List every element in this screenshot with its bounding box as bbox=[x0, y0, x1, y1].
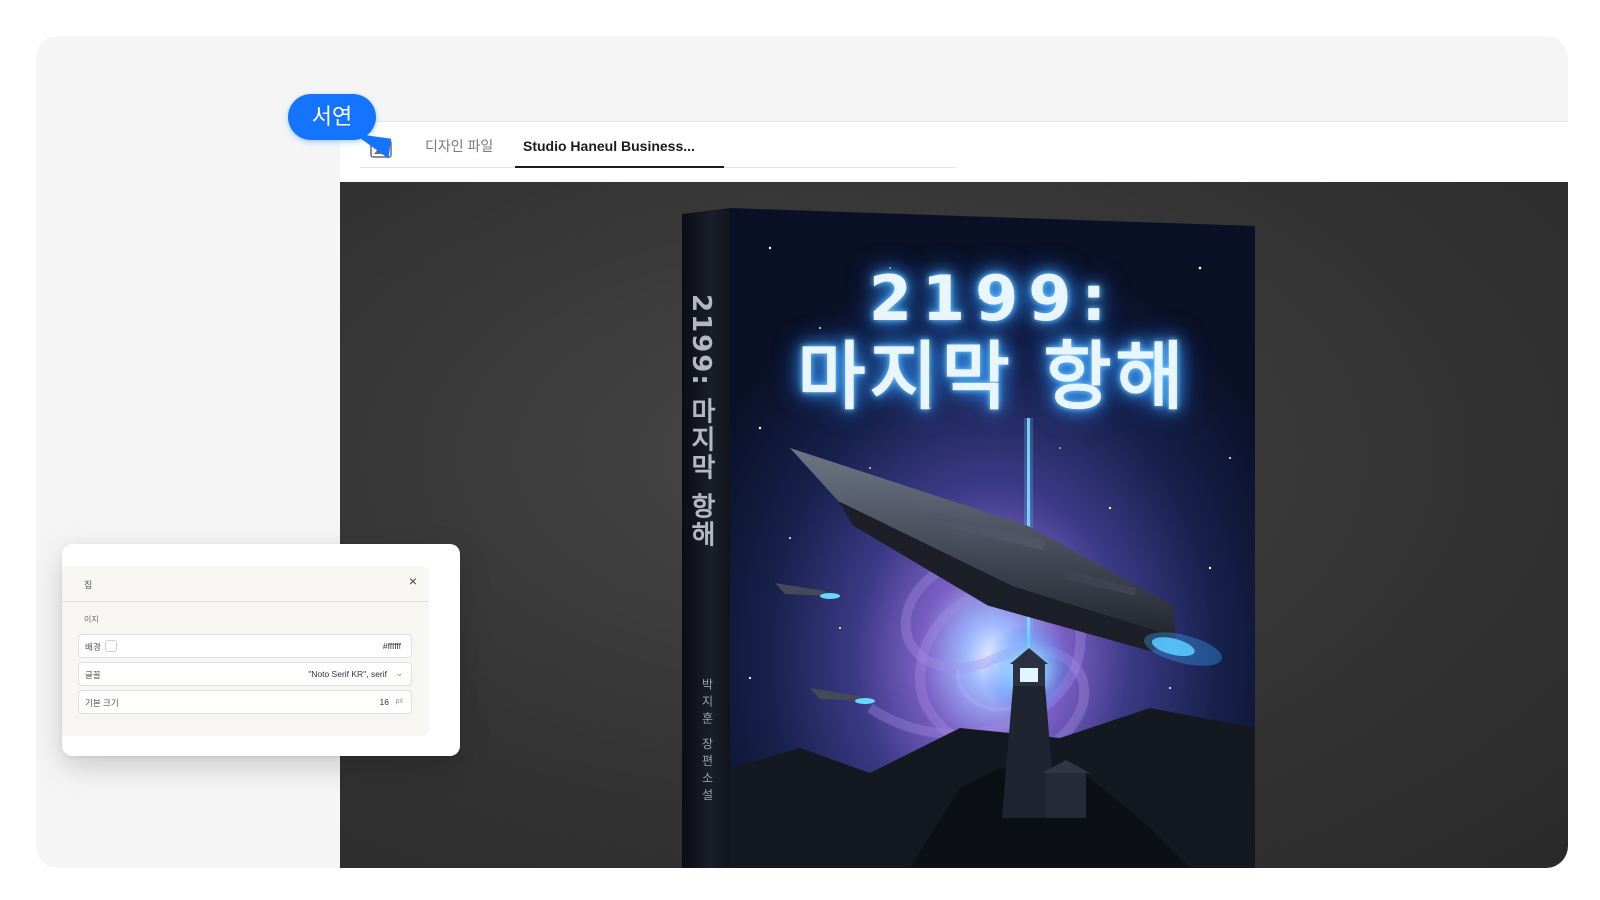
settings-panel-body: 집 × 이지 배경 #ffffff 글꼴 "Noto Serif KR", se… bbox=[62, 566, 429, 736]
settings-panel-header: 집 × bbox=[62, 566, 429, 602]
cover-title-line-2: 마지막 항해 bbox=[797, 334, 1188, 420]
font-family-select[interactable]: 글꼴 "Noto Serif KR", serif ⌄ bbox=[78, 662, 412, 686]
tab-design-files[interactable]: 디자인 파일 bbox=[425, 134, 493, 168]
page-settings-panel: 집 × 이지 배경 #ffffff 글꼴 "Noto Serif KR", se… bbox=[62, 544, 460, 756]
background-label: 배경 bbox=[85, 642, 101, 652]
settings-panel-title: 집 bbox=[84, 580, 93, 590]
cover-title: 2199: 마지막 항해 bbox=[730, 262, 1255, 421]
design-canvas[interactable]: 2199: 마지막 항해 박지훈 장편소설 2199: 마지막 항해 bbox=[340, 182, 1568, 868]
spine-author: 박지훈 장편소설 bbox=[700, 678, 714, 806]
collaborator-cursor-label: 서연 bbox=[288, 94, 376, 140]
base-size-unit: px bbox=[395, 698, 403, 705]
book-spine: 2199: 마지막 항해 박지훈 장편소설 bbox=[682, 208, 730, 868]
base-size-field[interactable]: 기본 크기 16 px bbox=[78, 690, 412, 714]
book-mockup: 2199: 마지막 항해 박지훈 장편소설 2199: 마지막 항해 bbox=[682, 208, 1255, 868]
book-cover: 2199: 마지막 항해 bbox=[730, 208, 1255, 868]
background-value[interactable]: #ffffff bbox=[383, 641, 401, 651]
tab-studio-haneul-business[interactable]: Studio Haneul Business... bbox=[523, 134, 695, 168]
active-tab-indicator bbox=[515, 166, 724, 168]
spine-title: 2199: 마지막 항해 bbox=[686, 294, 716, 549]
chevron-down-icon[interactable]: ⌄ bbox=[395, 668, 403, 679]
color-swatch[interactable] bbox=[105, 640, 117, 652]
background-color-field[interactable]: 배경 #ffffff bbox=[78, 634, 412, 658]
cover-title-line-1: 2199: bbox=[868, 262, 1117, 335]
font-value[interactable]: "Noto Serif KR", serif bbox=[308, 669, 387, 679]
editor-window: 디자인 파일 Studio Haneul Business... 2199: 마… bbox=[340, 121, 1568, 868]
font-label: 글꼴 bbox=[85, 670, 101, 680]
close-icon[interactable]: × bbox=[409, 573, 417, 589]
base-size-value[interactable]: 16 bbox=[380, 697, 389, 707]
tab-bar: 디자인 파일 Studio Haneul Business... bbox=[340, 122, 1568, 182]
section-label-page: 이지 bbox=[84, 615, 99, 624]
base-size-label: 기본 크기 bbox=[85, 698, 119, 708]
